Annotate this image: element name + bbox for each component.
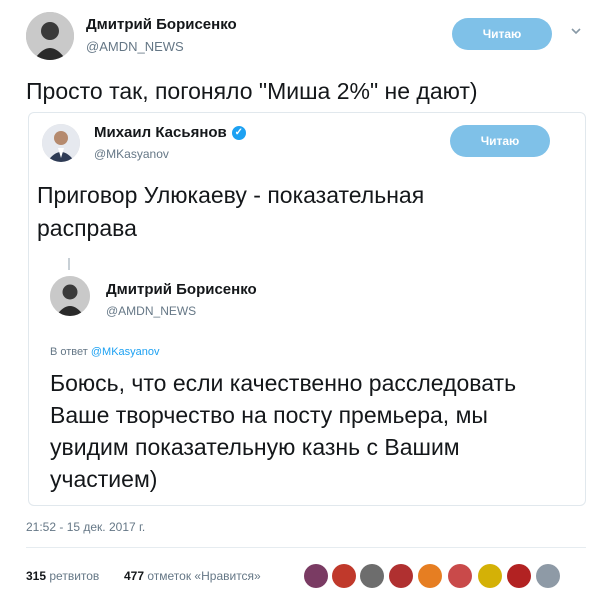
chevron-down-icon[interactable] xyxy=(569,24,583,38)
verified-badge-icon: ✓ xyxy=(231,126,246,141)
author-avatar-image xyxy=(26,12,74,60)
liker-avatar[interactable] xyxy=(536,564,560,588)
reply-author-avatar[interactable] xyxy=(50,276,90,316)
thread-line xyxy=(68,258,70,270)
liker-avatar[interactable] xyxy=(360,564,384,588)
retweets-label: ретвитов xyxy=(49,569,100,583)
retweets-count: 315 xyxy=(26,569,47,583)
reply-text-line1: Боюсь, что если качественно расследовать xyxy=(50,370,517,396)
reply-author-name[interactable]: Дмитрий Борисенко xyxy=(106,281,257,298)
quoted-follow-button[interactable]: Читаю xyxy=(450,125,550,157)
liker-avatar[interactable] xyxy=(304,564,328,588)
author-name[interactable]: Дмитрий Борисенко xyxy=(86,16,237,33)
reply-prefix: В ответ xyxy=(50,346,88,358)
quoted-author-name[interactable]: Михаил Касьянов xyxy=(94,124,227,141)
liker-avatar[interactable] xyxy=(332,564,356,588)
liker-avatar[interactable] xyxy=(389,564,413,588)
retweet-stat[interactable]: 315 ретвитов xyxy=(26,569,99,583)
liker-avatar[interactable] xyxy=(418,564,442,588)
divider xyxy=(26,547,586,548)
quoted-tweet-text-line2: расправа xyxy=(37,215,137,241)
reply-text-line2: Ваше творчество на посту премьера, мы xyxy=(50,402,488,428)
likes-stat[interactable]: 477 отметок «Нравится» xyxy=(124,569,261,583)
quoted-author-name-row[interactable]: Михаил Касьянов ✓ xyxy=(94,124,246,141)
quoted-author-avatar[interactable] xyxy=(42,124,80,162)
liker-avatar[interactable] xyxy=(478,564,502,588)
reply-text-line4: участием) xyxy=(50,466,158,492)
quoted-tweet-text-line1: Приговор Улюкаеву - показательная xyxy=(37,182,425,208)
reply-text-line3: увидим показательную казнь с Вашим xyxy=(50,434,460,460)
tweet-text: Просто так, погоняло "Миша 2%" не дают) xyxy=(26,78,478,104)
author-handle[interactable]: @AMDN_NEWS xyxy=(86,39,184,54)
likes-count: 477 xyxy=(124,569,145,583)
quoted-author-handle[interactable]: @MKasyanov xyxy=(94,147,169,161)
follow-button[interactable]: Читаю xyxy=(452,18,552,50)
likes-label: отметок «Нравится» xyxy=(147,569,261,583)
reply-author-handle[interactable]: @AMDN_NEWS xyxy=(106,304,196,318)
quoted-author-avatar-image xyxy=(42,124,80,162)
tweet-timestamp[interactable]: 21:52 - 15 дек. 2017 г. xyxy=(26,520,145,534)
reply-context: В ответ @MKasyanov xyxy=(50,346,160,358)
author-avatar[interactable] xyxy=(26,12,74,60)
liker-avatar[interactable] xyxy=(507,564,531,588)
reply-author-avatar-image xyxy=(50,276,90,316)
reply-to-link[interactable]: @MKasyanov xyxy=(91,346,160,358)
liker-avatar[interactable] xyxy=(448,564,472,588)
